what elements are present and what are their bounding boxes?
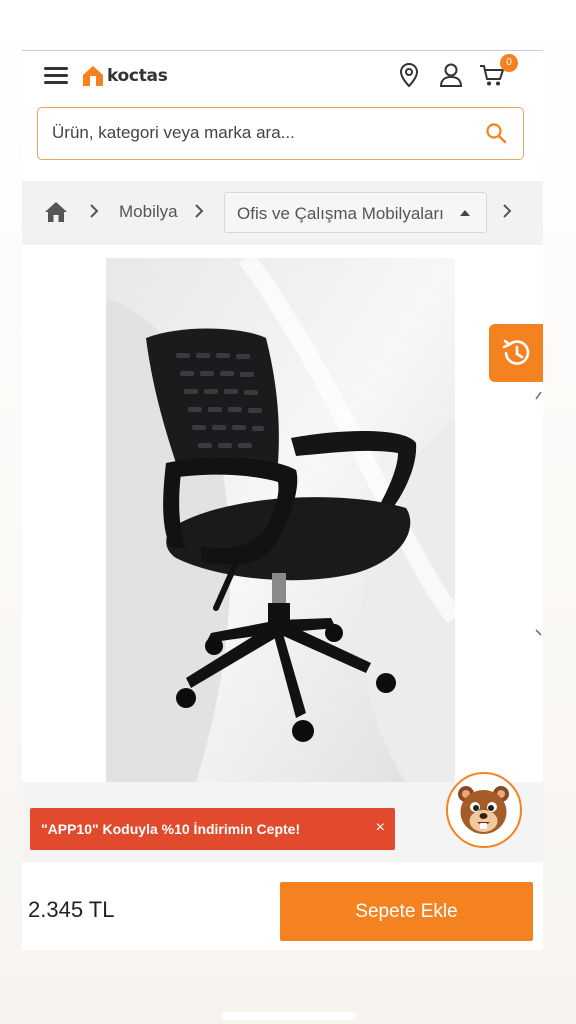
chevron-right-icon[interactable] [501,203,513,219]
search-bar [37,107,524,160]
brand-name: koctas [107,66,168,86]
app-frame: koctas 0 Mobilya [22,50,543,950]
search-input[interactable] [52,108,472,158]
product-image[interactable] [106,258,455,782]
search-icon[interactable] [485,122,507,144]
product-price: 2.345 TL [28,897,115,922]
breadcrumb-link-category[interactable]: Mobilya [119,202,178,222]
header: koctas 0 [22,51,543,101]
subcategory-label: Ofis ve Çalışma Mobilyaları [237,204,444,223]
chevron-right-icon [195,204,204,218]
history-icon [502,339,530,365]
chevron-right-icon[interactable] [535,629,543,641]
bottom-action-bar: 2.345 TL Sepete Ekle [22,863,543,950]
home-icon[interactable] [44,201,68,223]
close-icon[interactable]: × [376,819,385,837]
history-button[interactable] [489,324,543,382]
menu-icon[interactable] [44,67,68,85]
caret-up-icon [460,210,470,216]
cart-count-badge: 0 [500,54,518,72]
home-logo-icon [83,66,103,86]
chevron-right-icon[interactable] [535,389,543,401]
brand-logo[interactable]: koctas [82,63,168,89]
mascot-face [458,786,509,834]
breadcrumb: Mobilya Ofis ve Çalışma Mobilyaları [22,181,543,245]
promo-text: "APP10" Koduyla %10 İndirimin Cepte! [41,821,301,837]
add-to-cart-button[interactable]: Sepete Ekle [280,882,533,941]
home-indicator[interactable] [222,1012,356,1020]
user-icon[interactable] [437,61,465,89]
location-pin-icon[interactable] [395,61,423,89]
chevron-right-icon [90,204,99,218]
beaver-mascot-icon[interactable] [446,772,522,848]
subcategory-dropdown[interactable]: Ofis ve Çalışma Mobilyaları [224,192,487,233]
promo-banner[interactable]: "APP10" Koduyla %10 İndirimin Cepte! × [30,808,395,850]
